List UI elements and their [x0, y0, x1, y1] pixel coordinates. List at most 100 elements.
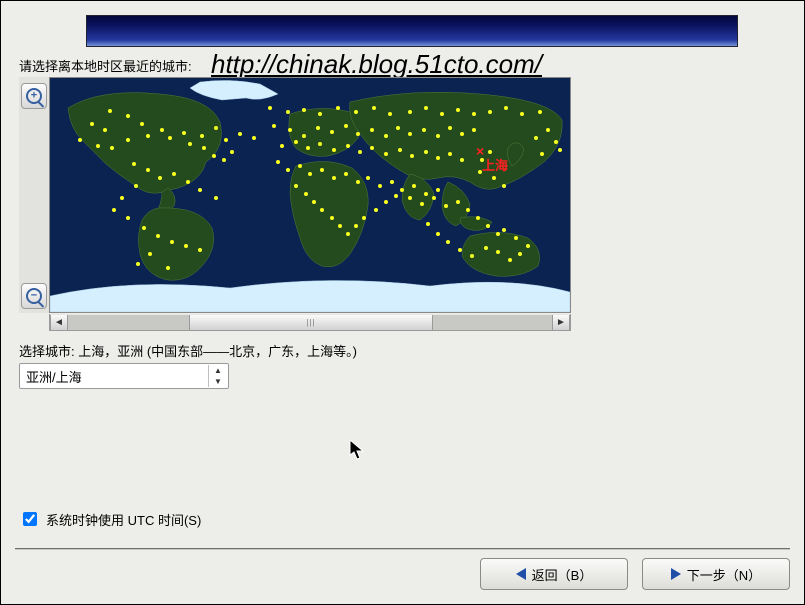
- city-dot[interactable]: [188, 142, 192, 146]
- city-dot[interactable]: [222, 158, 226, 162]
- city-dot[interactable]: [136, 262, 140, 266]
- timezone-select[interactable]: 亚洲/上海 ▲▼: [19, 363, 229, 389]
- city-dot[interactable]: [488, 110, 492, 114]
- city-dot[interactable]: [110, 146, 114, 150]
- city-dot[interactable]: [330, 130, 334, 134]
- city-dot[interactable]: [496, 250, 500, 254]
- city-dot[interactable]: [390, 180, 394, 184]
- city-dot[interactable]: [420, 202, 424, 206]
- city-dot[interactable]: [320, 168, 324, 172]
- city-dot[interactable]: [356, 132, 360, 136]
- city-dot[interactable]: [540, 152, 544, 156]
- city-dot[interactable]: [456, 108, 460, 112]
- city-dot[interactable]: [448, 126, 452, 130]
- city-dot[interactable]: [316, 126, 320, 130]
- city-dot[interactable]: [272, 124, 276, 128]
- utc-checkbox-label[interactable]: 系统时钟使用 UTC 时间(S): [46, 510, 201, 529]
- world-map[interactable]: × 上海: [49, 77, 571, 313]
- city-dot[interactable]: [534, 136, 538, 140]
- city-dot[interactable]: [456, 200, 460, 204]
- city-dot[interactable]: [446, 240, 450, 244]
- city-dot[interactable]: [466, 208, 470, 212]
- city-dot[interactable]: [436, 232, 440, 236]
- city-dot[interactable]: [286, 168, 290, 172]
- city-dot[interactable]: [488, 150, 492, 154]
- city-dot[interactable]: [398, 148, 402, 152]
- city-dot[interactable]: [286, 110, 290, 114]
- city-dot[interactable]: [444, 204, 448, 208]
- city-dot[interactable]: [338, 224, 342, 228]
- city-dot[interactable]: [526, 244, 530, 248]
- city-dot[interactable]: [470, 254, 474, 258]
- next-button[interactable]: 下一步（N）: [642, 558, 790, 590]
- city-dot[interactable]: [424, 192, 428, 196]
- city-dot[interactable]: [108, 109, 112, 113]
- city-dot[interactable]: [426, 222, 430, 226]
- city-dot[interactable]: [252, 136, 256, 140]
- scroll-track[interactable]: |||: [68, 315, 552, 330]
- city-dot[interactable]: [120, 196, 124, 200]
- scroll-left-button[interactable]: ◄: [50, 315, 68, 330]
- city-dot[interactable]: [538, 110, 542, 114]
- city-dot[interactable]: [186, 180, 190, 184]
- city-dot[interactable]: [492, 176, 496, 180]
- city-dot[interactable]: [436, 188, 440, 192]
- zoom-in-button[interactable]: +: [21, 83, 47, 109]
- city-dot[interactable]: [78, 138, 82, 142]
- city-dot[interactable]: [496, 232, 500, 236]
- scroll-thumb[interactable]: |||: [189, 315, 433, 330]
- city-dot[interactable]: [230, 150, 234, 154]
- city-dot[interactable]: [168, 136, 172, 140]
- city-dot[interactable]: [400, 188, 404, 192]
- city-dot[interactable]: [508, 258, 512, 262]
- city-dot[interactable]: [280, 144, 284, 148]
- city-dot[interactable]: [370, 128, 374, 132]
- city-dot[interactable]: [410, 154, 414, 158]
- city-dot[interactable]: [224, 138, 228, 142]
- city-dot[interactable]: [458, 248, 462, 252]
- city-dot[interactable]: [184, 244, 188, 248]
- city-dot[interactable]: [202, 146, 206, 150]
- city-dot[interactable]: [294, 184, 298, 188]
- city-dot[interactable]: [460, 158, 464, 162]
- city-dot[interactable]: [346, 144, 350, 148]
- city-dot[interactable]: [378, 184, 382, 188]
- city-dot[interactable]: [156, 234, 160, 238]
- city-dot[interactable]: [504, 106, 508, 110]
- city-dot[interactable]: [134, 184, 138, 188]
- city-dot[interactable]: [448, 152, 452, 156]
- city-dot[interactable]: [514, 236, 518, 240]
- city-dot[interactable]: [312, 200, 316, 204]
- city-dot[interactable]: [214, 196, 218, 200]
- city-dot[interactable]: [358, 150, 362, 154]
- city-dot[interactable]: [308, 172, 312, 176]
- city-dot[interactable]: [170, 240, 174, 244]
- city-dot[interactable]: [502, 228, 506, 232]
- city-dot[interactable]: [212, 154, 216, 158]
- city-dot[interactable]: [424, 150, 428, 154]
- city-dot[interactable]: [126, 138, 130, 142]
- city-dot[interactable]: [214, 126, 218, 130]
- city-dot[interactable]: [304, 192, 308, 196]
- city-dot[interactable]: [422, 128, 426, 132]
- city-dot[interactable]: [276, 160, 280, 164]
- city-dot[interactable]: [502, 184, 506, 188]
- city-dot[interactable]: [436, 156, 440, 160]
- city-dot[interactable]: [132, 162, 136, 166]
- city-dot[interactable]: [198, 248, 202, 252]
- city-dot[interactable]: [518, 252, 522, 256]
- city-dot[interactable]: [126, 216, 130, 220]
- city-dot[interactable]: [476, 216, 480, 220]
- city-dot[interactable]: [558, 148, 562, 152]
- city-dot[interactable]: [440, 112, 444, 116]
- city-dot[interactable]: [158, 176, 162, 180]
- scroll-right-button[interactable]: ►: [552, 315, 570, 330]
- city-dot[interactable]: [354, 224, 358, 228]
- city-dot[interactable]: [166, 266, 170, 270]
- city-dot[interactable]: [344, 124, 348, 128]
- city-dot[interactable]: [336, 106, 340, 110]
- city-dot[interactable]: [460, 132, 464, 136]
- city-dot[interactable]: [370, 146, 374, 150]
- city-dot[interactable]: [200, 134, 204, 138]
- city-dot[interactable]: [408, 110, 412, 114]
